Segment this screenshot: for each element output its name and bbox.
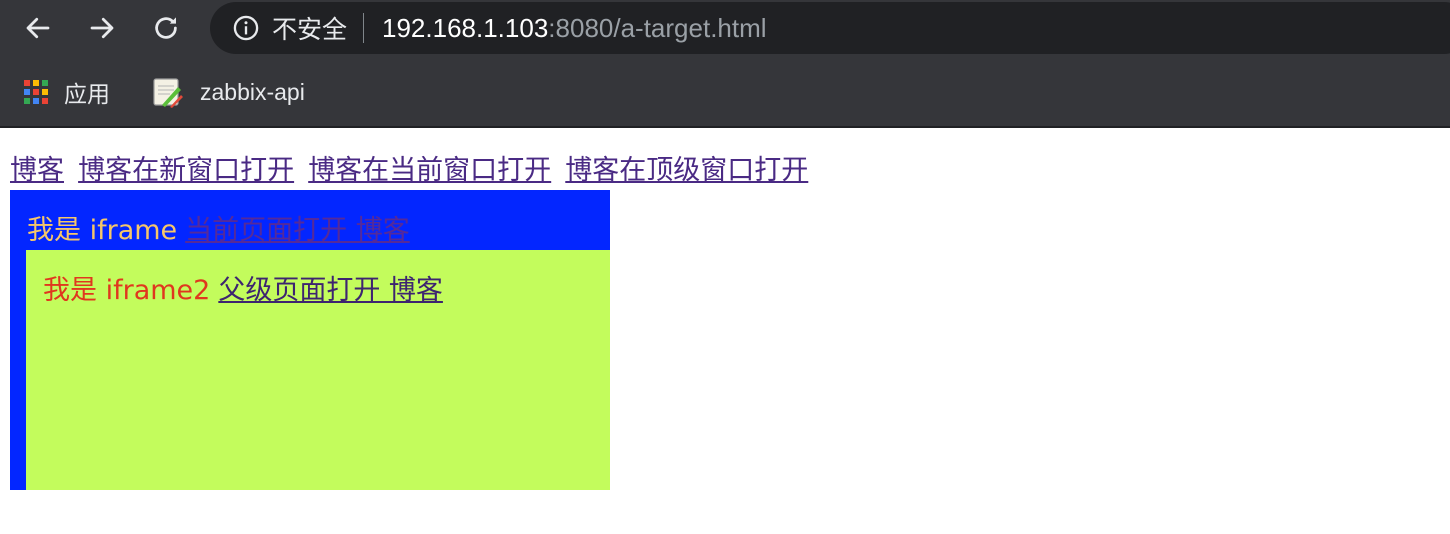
link-blog-top-window[interactable]: 博客在顶级窗口打开 <box>565 155 808 186</box>
iframe-outer-link[interactable]: 当前页面打开 博客 <box>185 215 410 246</box>
arrow-left-icon <box>26 17 50 39</box>
link-blog-new-window[interactable]: 博客在新窗口打开 <box>78 155 294 186</box>
url-text[interactable]: 192.168.1.103:8080/a-target.html <box>382 13 767 44</box>
browser-toolbar: 不安全 192.168.1.103:8080/a-target.html <box>0 0 1450 58</box>
iframe-outer-line: 我是 iframe 当前页面打开 博客 <box>27 208 410 247</box>
url-host: 192.168.1.103 <box>382 12 549 43</box>
iframe-inner-line: 我是 iframe2 父级页面打开 博客 <box>43 268 443 307</box>
iframe-inner-text: 我是 iframe2 <box>43 275 211 306</box>
iframe-outer-text: 我是 iframe <box>27 215 178 246</box>
notebook-icon <box>153 78 183 108</box>
iframe-inner-link[interactable]: 父级页面打开 博客 <box>218 275 443 306</box>
bookmark-zabbix-api-label: zabbix-api <box>200 78 305 105</box>
page-content: 博客 博客在新窗口打开 博客在当前窗口打开 博客在顶级窗口打开 我是 ifram… <box>0 130 1450 534</box>
back-button[interactable] <box>16 8 60 48</box>
bookmarks-bar: 应用 zabbix-api <box>0 58 1450 128</box>
bookmark-zabbix-api[interactable]: zabbix-api <box>150 70 305 114</box>
arrow-right-icon <box>90 17 114 39</box>
reload-icon <box>155 17 177 39</box>
apps-grid-icon <box>24 80 48 104</box>
iframe-inner: 我是 iframe2 父级页面打开 博客 <box>26 250 610 490</box>
security-status-label[interactable]: 不安全 <box>272 10 347 46</box>
reload-button[interactable] <box>144 8 188 48</box>
omnibox-divider <box>363 13 365 43</box>
info-icon[interactable] <box>232 14 260 42</box>
forward-button[interactable] <box>80 8 124 48</box>
link-blog-current-window[interactable]: 博客在当前窗口打开 <box>308 155 551 186</box>
top-links: 博客 博客在新窗口打开 博客在当前窗口打开 博客在顶级窗口打开 <box>10 148 817 187</box>
link-blog[interactable]: 博客 <box>10 155 64 186</box>
address-bar[interactable]: 不安全 192.168.1.103:8080/a-target.html <box>210 2 1450 54</box>
bookmark-apps[interactable]: 应用 <box>24 70 110 114</box>
iframe-outer: 我是 iframe 当前页面打开 博客 我是 iframe2 父级页面打开 博客 <box>10 190 610 490</box>
bookmark-apps-label: 应用 <box>64 81 110 107</box>
url-path: :8080/a-target.html <box>548 12 767 43</box>
